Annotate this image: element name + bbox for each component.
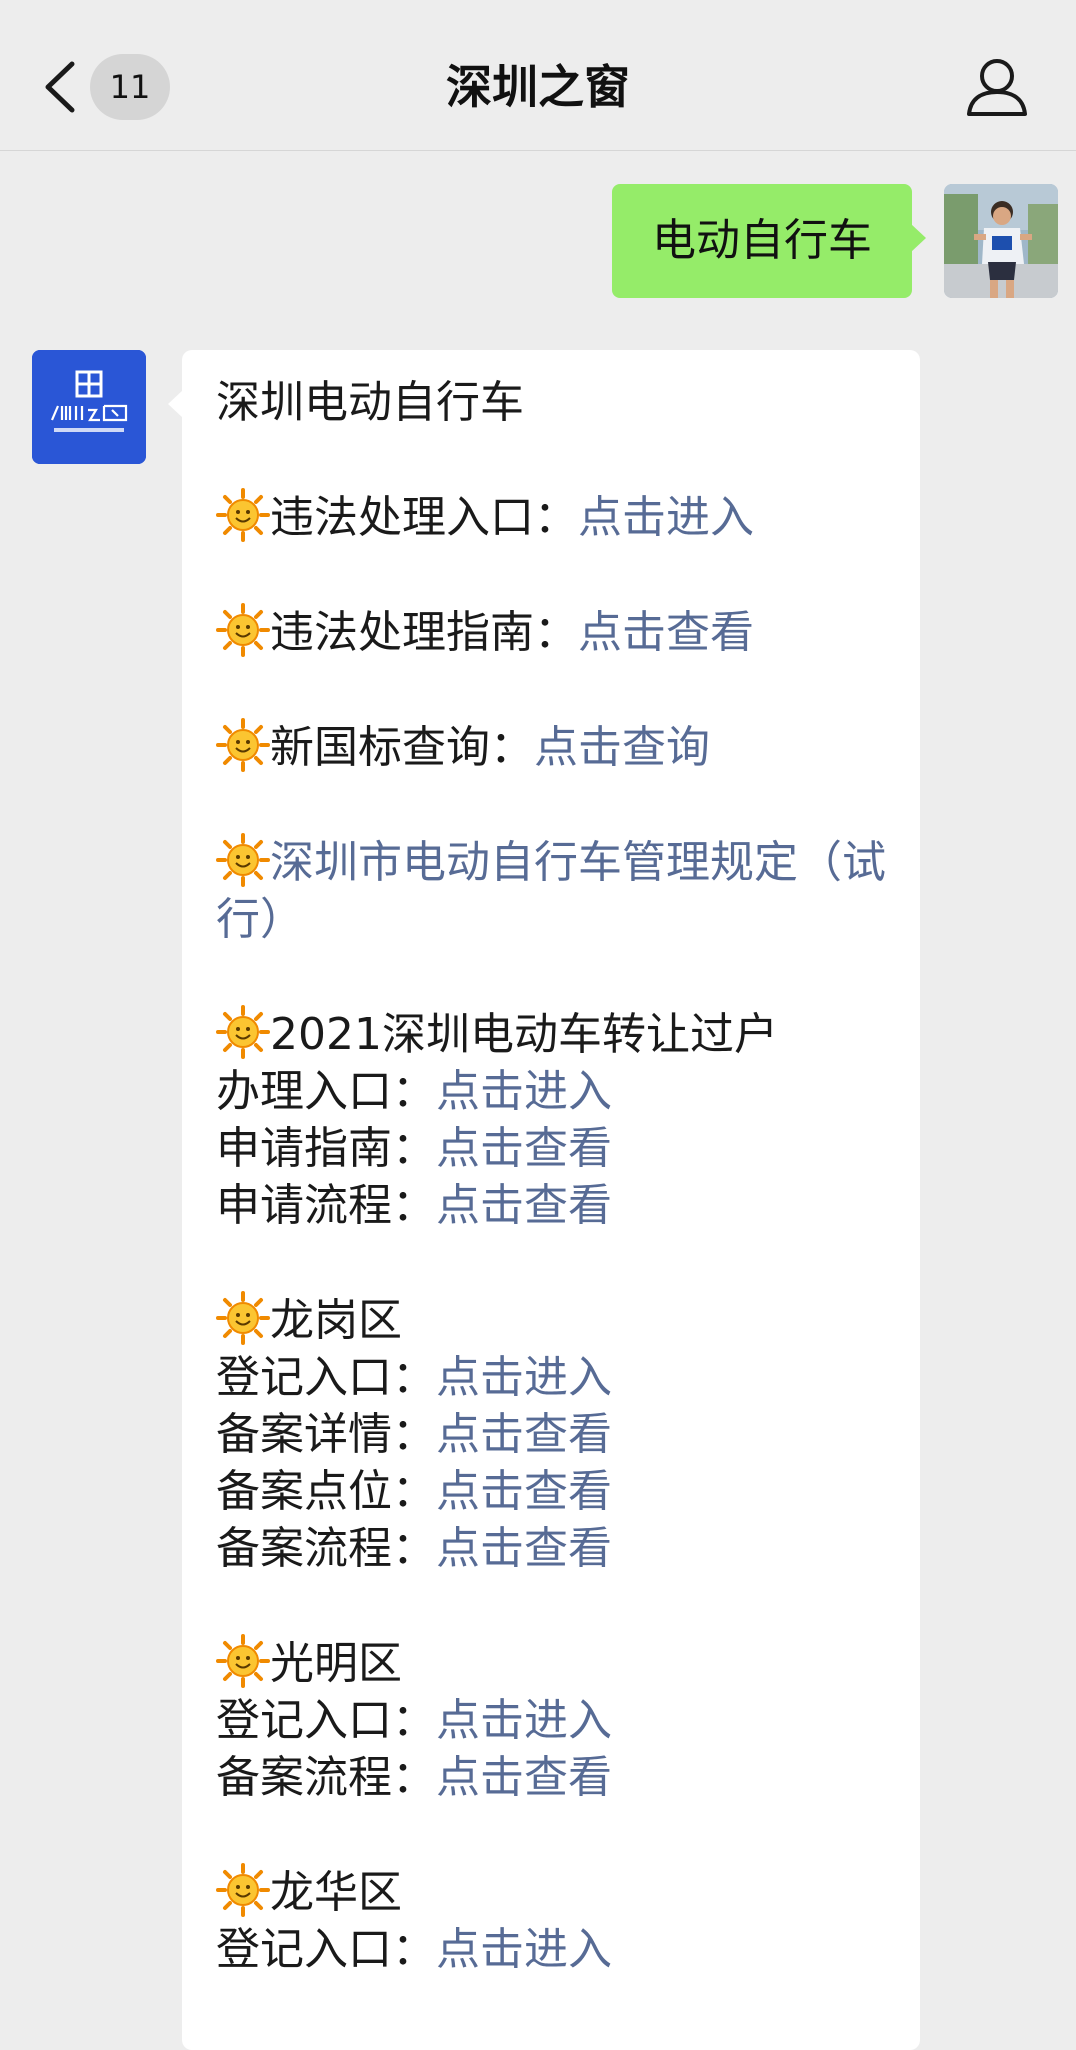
- link-regulations[interactable]: 深圳市电动自行车管理规定（试行）: [216, 837, 886, 945]
- smiling-sun-icon: [216, 1863, 270, 1917]
- item-label: 登记入口：: [216, 1924, 436, 1975]
- list-item: 违法处理指南：点击查看: [216, 603, 886, 661]
- item-label: 登记入口：: [216, 1695, 436, 1746]
- section-title-text: 龙华区: [270, 1867, 402, 1918]
- item-label: 备案流程：: [216, 1752, 436, 1803]
- link-view[interactable]: 点击查看: [436, 1180, 612, 1231]
- section-title: 2021深圳电动车转让过户: [216, 1005, 886, 1063]
- smiling-sun-icon: [216, 1634, 270, 1688]
- item-label: 办理入口：: [216, 1066, 436, 1117]
- list-item: 申请指南：点击查看: [216, 1120, 886, 1177]
- list-item: 办理入口：点击进入: [216, 1063, 886, 1120]
- person-icon: [967, 59, 1027, 116]
- list-item: 新国标查询：点击查询: [216, 718, 886, 776]
- sender-avatar[interactable]: [32, 350, 146, 464]
- list-item: 登记入口：点击进入: [216, 1349, 886, 1406]
- list-item: 备案流程：点击查看: [216, 1749, 886, 1806]
- my-avatar[interactable]: [944, 184, 1058, 298]
- list-item: 登记入口：点击进入: [216, 1921, 886, 1978]
- section-title-text: 2021深圳电动车转让过户: [270, 1009, 778, 1060]
- reply-message-bubble[interactable]: 深圳电动自行车 违法处理入口：点击进入 违法处理指南：点击查看 新国标查询：点击…: [168, 350, 920, 2050]
- list-item: 登记入口：点击进入: [216, 1692, 886, 1749]
- item-label: 登记入口：: [216, 1352, 436, 1403]
- my-message-bubble[interactable]: 电动自行车: [612, 184, 926, 298]
- smiling-sun-icon: [216, 1005, 270, 1059]
- link-enter[interactable]: 点击进入: [436, 1066, 612, 1117]
- list-item: 备案点位：点击查看: [216, 1463, 886, 1520]
- back-button[interactable]: [36, 52, 86, 122]
- unread-count-badge[interactable]: 11: [90, 54, 170, 120]
- smiling-sun-icon: [216, 718, 270, 772]
- link-enter[interactable]: 点击进入: [436, 1924, 612, 1975]
- chevron-left-icon: [45, 61, 75, 113]
- item-label: 申请流程：: [216, 1180, 436, 1231]
- list-item: 备案详情：点击查看: [216, 1406, 886, 1463]
- smiling-sun-icon: [216, 1291, 270, 1345]
- item-label: 备案流程：: [216, 1523, 436, 1574]
- item-label: 新国标查询：: [270, 722, 534, 773]
- link-view[interactable]: 点击查看: [436, 1409, 612, 1460]
- avatar-photo: [944, 184, 1058, 298]
- section-title: 龙岗区: [216, 1291, 886, 1349]
- smiling-sun-icon: [216, 833, 270, 887]
- link-view[interactable]: 点击查看: [436, 1752, 612, 1803]
- item-label: 申请指南：: [216, 1123, 436, 1174]
- link-view[interactable]: 点击查看: [436, 1466, 612, 1517]
- list-item: 深圳市电动自行车管理规定（试行）: [216, 833, 886, 948]
- reply-heading: 深圳电动自行车: [216, 377, 524, 428]
- list-item: 备案流程：点击查看: [216, 1520, 886, 1577]
- item-label: 备案详情：: [216, 1409, 436, 1460]
- link-view[interactable]: 点击查看: [578, 607, 754, 658]
- section-title: 龙华区: [216, 1863, 886, 1921]
- my-message-row: 电动自行车: [612, 184, 1058, 298]
- list-item: 申请流程：点击查看: [216, 1177, 886, 1234]
- link-enter[interactable]: 点击进入: [578, 492, 754, 543]
- item-label: 违法处理入口：: [270, 492, 578, 543]
- item-label: 违法处理指南：: [270, 607, 578, 658]
- smiling-sun-icon: [216, 603, 270, 657]
- chat-header: 11 深圳之窗: [0, 0, 1076, 151]
- link-enter[interactable]: 点击进入: [436, 1352, 612, 1403]
- section-title-text: 龙岗区: [270, 1295, 402, 1346]
- item-label: 备案点位：: [216, 1466, 436, 1517]
- smiling-sun-icon: [216, 488, 270, 542]
- shenchuang-logo: [32, 350, 146, 464]
- list-item: 违法处理入口：点击进入: [216, 488, 886, 546]
- link-enter[interactable]: 点击进入: [436, 1695, 612, 1746]
- section-title-text: 光明区: [270, 1638, 402, 1689]
- link-query[interactable]: 点击查询: [534, 722, 710, 773]
- profile-button[interactable]: [962, 52, 1032, 122]
- link-view[interactable]: 点击查看: [436, 1123, 612, 1174]
- link-view[interactable]: 点击查看: [436, 1523, 612, 1574]
- section-title: 光明区: [216, 1634, 886, 1692]
